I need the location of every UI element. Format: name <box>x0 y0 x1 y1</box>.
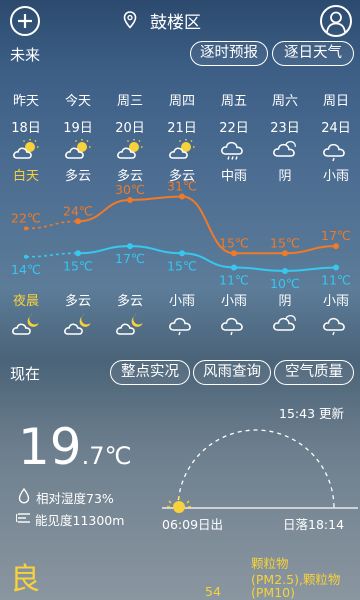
forecast-night-weather: 小雨 <box>168 294 195 309</box>
now-title: 现在 <box>10 365 41 383</box>
forecast-night-weather: 多云 <box>64 294 91 309</box>
add-city-button[interactable] <box>10 6 40 36</box>
forecast-date-label: 21日 <box>167 121 197 136</box>
forecast-date-label: 23日 <box>270 121 300 136</box>
user-icon <box>326 11 346 33</box>
low-temp-label: 14℃ <box>11 262 41 277</box>
high-temp-point <box>127 197 133 203</box>
high-temp-point <box>333 243 339 250</box>
low-temp-point <box>24 254 28 259</box>
high-temp-point <box>179 193 185 200</box>
forecast-day-label: 周六 <box>271 94 298 109</box>
current-temperature: 19.7℃ <box>18 418 131 476</box>
forecast-night-weather: 夜晨 <box>12 294 39 309</box>
forecast-date-label: 20日 <box>115 121 145 136</box>
low-temp-label: 11℃ <box>321 272 351 287</box>
hourly-forecast-button[interactable]: 逐时预报 <box>190 41 268 66</box>
low-temp-point <box>75 250 81 257</box>
low-temp-point <box>231 264 237 271</box>
light-rain-icon <box>219 312 249 338</box>
temperature-integer: 19 <box>18 418 82 476</box>
location-pin-icon <box>123 11 137 29</box>
sunset-time: 日落18:14 <box>283 517 345 532</box>
hourly-observation-button[interactable]: 整点实况 <box>110 360 190 385</box>
sunny-cloudy-icon <box>167 138 197 164</box>
forecast-day-label: 周四 <box>168 94 195 109</box>
low-temp-label: 17℃ <box>115 251 145 266</box>
plus-icon <box>18 14 32 28</box>
high-temp-label: 15℃ <box>270 235 300 250</box>
sun-arc-chart <box>162 429 358 513</box>
temperature-chart: 22℃ 24℃ 30℃ 31℃ 15℃ 15℃ 17℃ 14℃ 15℃ 17℃ 15℃ 11℃ 10℃ 1… <box>11 180 351 290</box>
forecast-night-weather: 小雨 <box>322 294 349 309</box>
forecast-date-label: 24日 <box>321 121 351 136</box>
low-temp-line-past <box>25 252 79 258</box>
sunrise-time: 06:09日出 <box>162 517 224 532</box>
sun-icon <box>167 496 191 513</box>
light-rain-icon <box>167 312 197 338</box>
humidity-text: 相对湿度73% <box>36 491 114 506</box>
overcast-icon <box>270 138 300 164</box>
forecast-day-label: 周五 <box>220 94 247 109</box>
low-temp-label: 15℃ <box>63 258 93 273</box>
air-quality-button[interactable]: 空气质量 <box>274 360 354 385</box>
forecast-date-label: 19日 <box>63 121 93 136</box>
sunny-cloudy-icon <box>115 138 145 164</box>
daily-weather-button[interactable]: 逐日天气 <box>272 41 354 66</box>
humidity-icon <box>18 488 30 504</box>
city-name[interactable]: 鼓楼区 <box>150 8 201 33</box>
aqi-value: 54 <box>205 584 221 599</box>
forecast-night-weather: 小雨 <box>220 294 247 309</box>
low-temp-label: 11℃ <box>219 272 249 287</box>
visibility-text: 能见度11300m <box>35 513 125 528</box>
low-temp-point <box>179 250 185 257</box>
high-temp-point <box>24 226 28 231</box>
high-temp-label: 17℃ <box>321 228 351 243</box>
high-temp-label: 15℃ <box>219 235 249 250</box>
forecast-day-label: 今天 <box>64 94 91 109</box>
light-rain-icon <box>321 138 351 164</box>
low-temp-point <box>282 268 288 274</box>
forecast-night-weather: 多云 <box>116 294 143 309</box>
forecast-title: 未来 <box>10 46 41 64</box>
forecast-date-label: 22日 <box>219 121 249 136</box>
low-temp-point <box>333 264 339 271</box>
user-button[interactable] <box>320 5 352 37</box>
sunny-cloudy-icon <box>11 138 41 164</box>
forecast-day-label: 昨天 <box>12 94 39 109</box>
moderate-rain-icon <box>219 138 249 164</box>
moon-cloudy-icon <box>115 312 145 338</box>
moon-cloudy-icon <box>11 312 41 338</box>
high-temp-label: 31℃ <box>167 180 197 193</box>
air-quality-grade: 良 <box>10 562 40 597</box>
overcast-icon <box>270 312 300 338</box>
light-rain-icon <box>321 312 351 338</box>
high-temp-point <box>282 250 288 257</box>
high-temp-label: 30℃ <box>115 182 145 197</box>
pollutant-line3: (PM10) <box>251 585 295 600</box>
forecast-day-label: 周三 <box>116 94 143 109</box>
low-temp-point <box>127 243 133 250</box>
forecast-day-label: 周日 <box>322 94 349 109</box>
sunny-cloudy-icon <box>63 138 93 164</box>
high-temp-label: 24℃ <box>63 203 93 218</box>
visibility-icon <box>16 513 30 523</box>
temperature-decimal: .7℃ <box>81 442 132 470</box>
high-temp-point <box>231 250 237 257</box>
low-temp-label: 10℃ <box>270 276 300 290</box>
wind-rain-query-button[interactable]: 风雨查询 <box>193 360 271 385</box>
low-temp-label: 15℃ <box>167 258 197 273</box>
high-temp-label: 22℃ <box>11 210 41 225</box>
high-temp-point <box>75 218 81 225</box>
forecast-night-weather: 阴 <box>278 294 292 309</box>
moon-cloudy-icon <box>63 312 93 338</box>
forecast-date-label: 18日 <box>11 121 41 136</box>
